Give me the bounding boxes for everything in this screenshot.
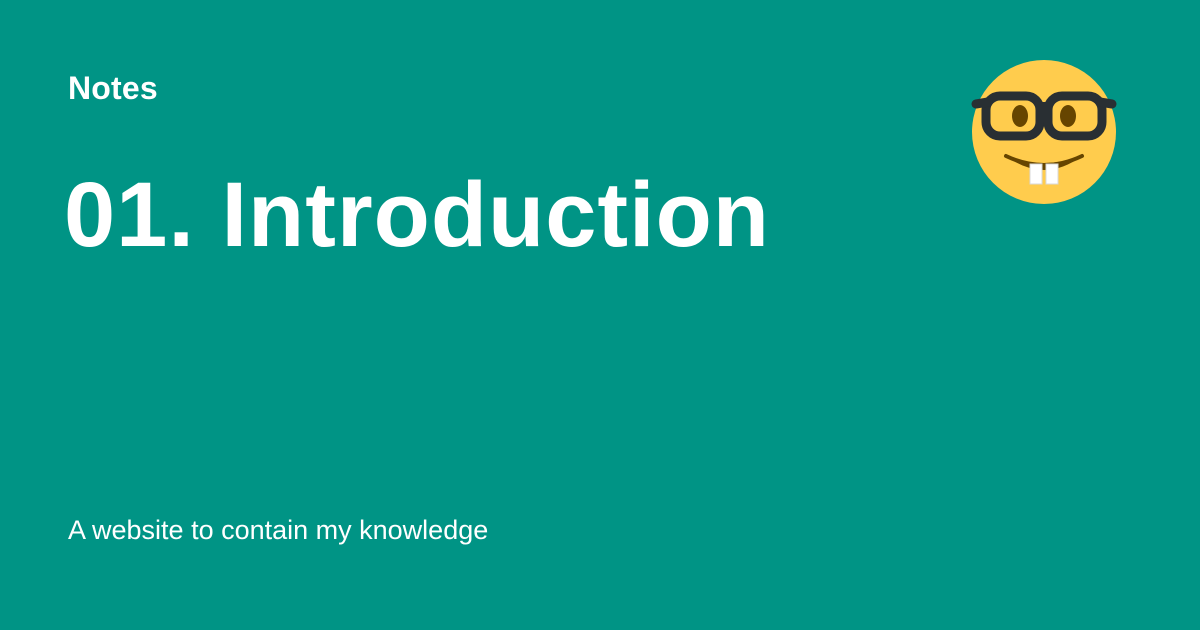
site-description: A website to contain my knowledge — [68, 515, 489, 545]
site-name: Notes — [68, 70, 158, 106]
nerd-face-emoji-icon — [970, 58, 1118, 206]
social-card: Notes 01. Introduction A website to cont… — [0, 0, 1200, 630]
page-title: 01. Introduction — [64, 164, 770, 266]
